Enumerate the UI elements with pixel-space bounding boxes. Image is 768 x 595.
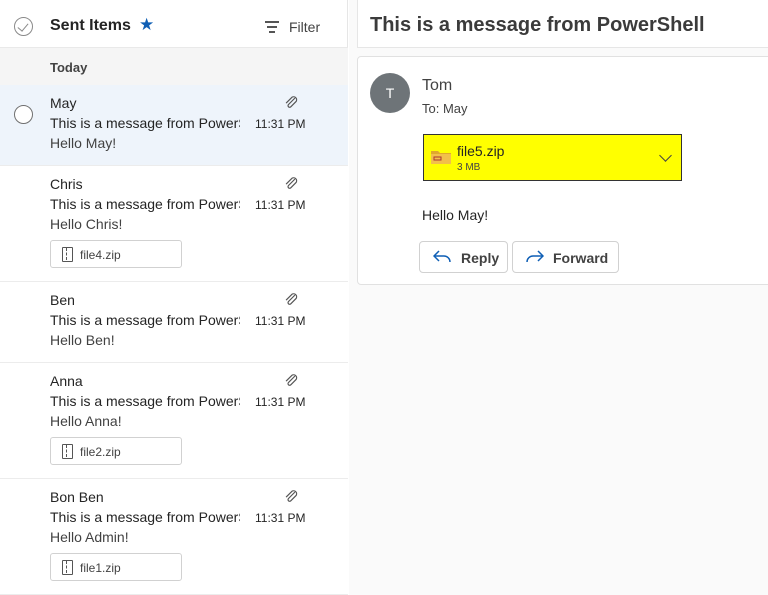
message-preview: Hello Anna! — [50, 413, 122, 429]
message-preview: Hello Ben! — [50, 332, 115, 348]
zip-folder-icon — [431, 151, 451, 164]
group-label-today: Today — [50, 60, 88, 75]
forward-button[interactable]: Forward — [512, 241, 619, 273]
message-preview: Hello Admin! — [50, 529, 129, 545]
message-time: 11:31 PM — [255, 117, 306, 131]
message-subject: This is a message from PowerShell — [50, 196, 240, 212]
message-sender: Ben — [50, 292, 75, 308]
message-card: T Tom To: May file5.zip 3 MB Hello May! … — [357, 56, 768, 285]
reading-subject: This is a message from PowerShell — [370, 14, 705, 36]
message-item-ben[interactable]: Ben This is a message from PowerShell He… — [0, 282, 348, 363]
message-sender: Anna — [50, 373, 83, 389]
attachment-size: 3 MB — [457, 162, 481, 173]
sender-name[interactable]: Tom — [422, 77, 452, 95]
message-time: 11:31 PM — [255, 198, 306, 212]
avatar[interactable]: T — [370, 73, 410, 113]
message-item-may[interactable]: May This is a message from PowerShell He… — [0, 85, 348, 166]
message-sender: Chris — [50, 176, 83, 192]
message-body: Hello May! — [422, 207, 489, 223]
favorite-star-icon[interactable]: ★ — [139, 15, 154, 35]
zip-file-icon — [62, 444, 73, 459]
message-sender: Bon Ben — [50, 489, 104, 505]
message-time: 11:31 PM — [255, 511, 306, 525]
paperclip-icon — [285, 374, 298, 386]
paperclip-icon — [285, 177, 298, 189]
reply-button[interactable]: Reply — [419, 241, 508, 273]
recipient-line: To: May — [422, 101, 468, 116]
attachment-name: file4.zip — [80, 248, 121, 262]
forward-label: Forward — [553, 250, 609, 266]
message-preview: Hello Chris! — [50, 216, 123, 232]
attachment-name: file2.zip — [80, 445, 121, 459]
message-list-pane: Sent Items ★ Filter Today May This is a … — [0, 0, 348, 595]
attachment-chip[interactable]: file1.zip — [50, 553, 182, 581]
zip-file-icon — [62, 560, 73, 575]
filter-button[interactable]: Filter — [289, 19, 320, 35]
message-item-bon-ben[interactable]: Bon Ben This is a message from PowerShel… — [0, 479, 348, 595]
paperclip-icon — [285, 293, 298, 305]
attachment-chip[interactable]: file4.zip — [50, 240, 182, 268]
message-subject: This is a message from PowerShell — [50, 312, 240, 328]
paperclip-icon — [285, 490, 298, 502]
message-preview: Hello May! — [50, 135, 117, 151]
message-sender: May — [50, 95, 77, 111]
list-header: Sent Items ★ Filter — [0, 0, 348, 48]
message-subject: This is a message from PowerShell — [50, 509, 240, 525]
message-item-anna[interactable]: Anna This is a message from PowerShell H… — [0, 363, 348, 479]
reply-label: Reply — [461, 250, 500, 266]
paperclip-icon — [285, 96, 298, 108]
message-time: 11:31 PM — [255, 314, 306, 328]
subject-bar: This is a message from PowerShell — [357, 0, 768, 48]
filter-icon[interactable] — [265, 21, 279, 33]
message-subject: This is a message from PowerShell — [50, 115, 240, 131]
zip-file-icon — [62, 247, 73, 262]
chevron-down-icon[interactable] — [659, 149, 672, 162]
folder-title: Sent Items — [50, 17, 131, 34]
reply-arrow-icon — [433, 250, 451, 263]
message-time: 11:31 PM — [255, 395, 306, 409]
attachment-chip[interactable]: file2.zip — [50, 437, 182, 465]
attachment-card[interactable]: file5.zip 3 MB — [423, 134, 682, 181]
attachment-name: file1.zip — [80, 561, 121, 575]
message-item-chris[interactable]: Chris This is a message from PowerShell … — [0, 166, 348, 282]
select-all-check-icon[interactable] — [14, 17, 33, 36]
attachment-name: file5.zip — [457, 143, 505, 159]
select-radio[interactable] — [14, 105, 33, 124]
reading-pane: This is a message from PowerShell T Tom … — [349, 0, 768, 595]
message-subject: This is a message from PowerShell — [50, 393, 240, 409]
forward-arrow-icon — [526, 250, 544, 263]
